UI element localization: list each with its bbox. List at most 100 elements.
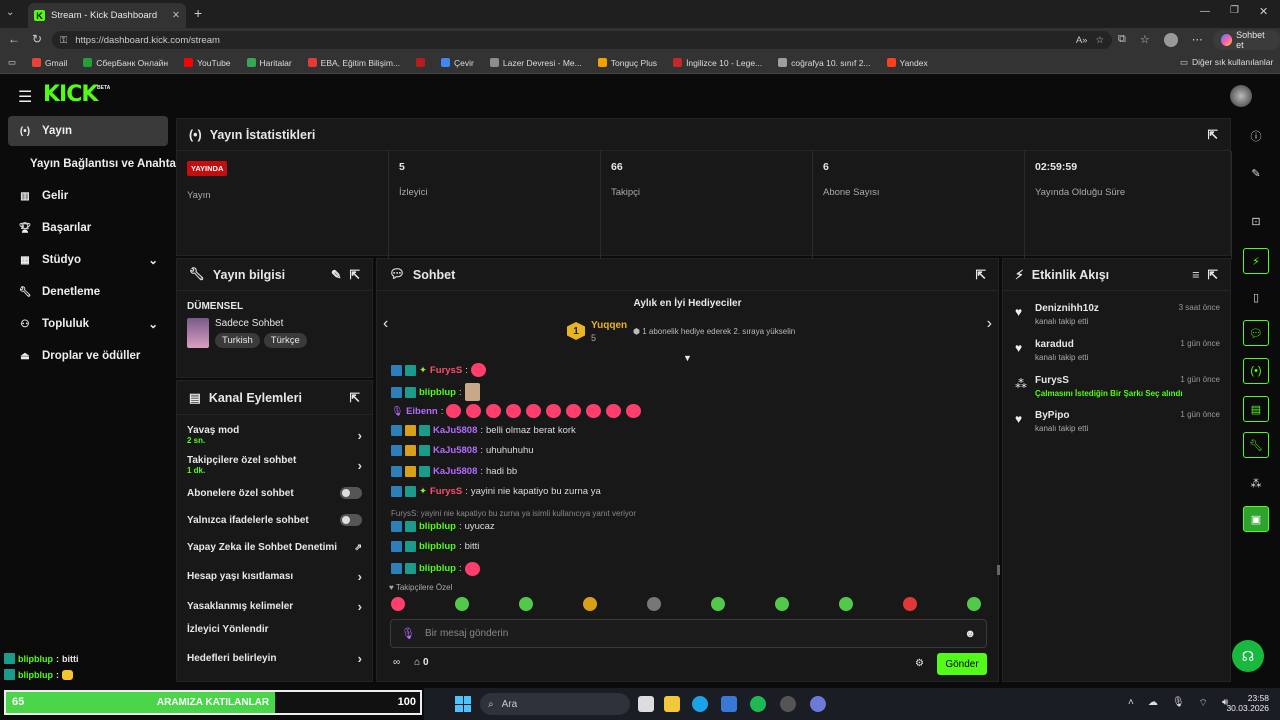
activity-user[interactable]: karadud bbox=[1035, 339, 1074, 350]
emote-option-icon[interactable] bbox=[711, 597, 725, 611]
emote-option-icon[interactable] bbox=[967, 597, 981, 611]
popout-icon[interactable]: ⇱ bbox=[350, 267, 360, 282]
activity-user[interactable]: Deniznihh10z bbox=[1035, 303, 1099, 314]
bookmark-item[interactable]: Çevir bbox=[433, 58, 482, 68]
prev-arrow-icon[interactable]: ‹ bbox=[383, 315, 388, 333]
category-name[interactable]: Sadece Sohbet bbox=[215, 318, 307, 329]
bookmark-item[interactable]: coğrafya 10. sınıf 2... bbox=[770, 58, 878, 68]
store-icon[interactable]: ⌂ 0 bbox=[414, 657, 428, 668]
tag-chip[interactable]: Türkçe bbox=[263, 333, 307, 348]
chat-username[interactable]: blipblup bbox=[419, 387, 456, 398]
chat-message[interactable]: KaJu5808: hadi bb bbox=[391, 465, 517, 477]
chat-message[interactable]: blipblup: uyucaz bbox=[391, 520, 495, 532]
chat-icon[interactable]: 💬︎ bbox=[1243, 320, 1269, 346]
channel-action-item[interactable]: İzleyici Yönlendir bbox=[187, 624, 362, 635]
emote-option-icon[interactable] bbox=[455, 597, 469, 611]
filter-icon[interactable]: ≡ bbox=[1192, 268, 1199, 282]
bookmark-item[interactable]: Tonguç Plus bbox=[590, 58, 665, 68]
user-avatar[interactable] bbox=[1230, 85, 1252, 107]
reload-icon[interactable]: ↻ bbox=[32, 32, 42, 46]
channel-action-item[interactable]: Yasaklanmış kelimeler › bbox=[187, 599, 362, 614]
pencil-icon[interactable]: ✎ bbox=[1243, 160, 1269, 186]
back-icon[interactable]: ← bbox=[8, 32, 20, 46]
screenshot-icon[interactable]: ⊡ bbox=[1243, 208, 1269, 234]
sidebar-item[interactable]: 🏆︎ Başarılar bbox=[8, 213, 168, 243]
send-button[interactable]: Gönder bbox=[937, 653, 987, 675]
channel-action-item[interactable]: Hedefleri belirleyin › bbox=[187, 651, 362, 666]
store-app-icon[interactable] bbox=[721, 696, 737, 712]
emote-option-icon[interactable] bbox=[903, 597, 917, 611]
media-icon[interactable]: ▣ bbox=[1243, 506, 1269, 532]
bolt-icon[interactable]: ⚡︎ bbox=[1243, 248, 1269, 274]
clock[interactable]: 23:58 30.03.2026 bbox=[1224, 693, 1269, 713]
other-bookmarks[interactable]: ▭ Diğer sık kullanılanlar bbox=[1180, 57, 1273, 68]
popout-icon[interactable]: ⇱ bbox=[350, 390, 360, 405]
wifi-icon[interactable]: ⌔ bbox=[1199, 697, 1208, 710]
sidebar-item[interactable]: ▥ Gelir bbox=[8, 181, 168, 211]
chat-message[interactable]: blipblup: bbox=[391, 383, 480, 401]
popout-icon[interactable]: ⇱ bbox=[1208, 127, 1218, 142]
tray-chevron-icon[interactable]: ˄ bbox=[1128, 697, 1134, 710]
sidebar-item[interactable]: Yayın Bağlantısı ve Anahtarı bbox=[8, 149, 184, 179]
tag-chip[interactable]: Turkish bbox=[215, 333, 260, 348]
windows-start-icon[interactable] bbox=[455, 696, 471, 712]
emote-option-icon[interactable] bbox=[839, 597, 853, 611]
channel-action-item[interactable]: Abonelere özel sohbet bbox=[187, 487, 362, 499]
channel-action-item[interactable]: Hesap yaşı kısıtlaması › bbox=[187, 569, 362, 584]
chat-username[interactable]: blipblup bbox=[419, 563, 456, 574]
sidebar-toggle-icon[interactable]: ▭ bbox=[0, 57, 24, 68]
copilot-button[interactable]: Sohbet et bbox=[1213, 30, 1280, 50]
support-headset-icon[interactable]: ☊ bbox=[1232, 640, 1264, 672]
sidebar-item[interactable]: ⚇ Topluluk ⌄ bbox=[8, 309, 168, 339]
chat-message[interactable]: ✦ FurysS: yayini nie kapatiyo bu zurna ya bbox=[391, 486, 601, 497]
toggle-switch[interactable] bbox=[340, 487, 362, 499]
chat-username[interactable]: FurysS bbox=[430, 486, 462, 497]
extensions-icon[interactable]: ⧉ bbox=[1118, 33, 1126, 47]
steam-icon[interactable] bbox=[780, 696, 796, 712]
broadcast-icon[interactable]: (•) bbox=[1243, 358, 1269, 384]
channel-action-item[interactable]: Yapay Zeka ile Sohbet Denetimi ⇗ bbox=[187, 542, 362, 553]
edge-icon[interactable] bbox=[692, 696, 708, 712]
sidebar-item[interactable]: ⏏ Droplar ve ödüller bbox=[8, 341, 168, 371]
chat-message[interactable]: KaJu5808: uhuhuhuhu bbox=[391, 445, 534, 456]
chat-username[interactable]: blipblup bbox=[419, 521, 456, 532]
bookmark-item[interactable]: YouTube bbox=[176, 58, 238, 68]
activity-item[interactable]: ⁂ FurysS Çalmasını İstediğin Bir Şarkı Seç… bbox=[1013, 375, 1220, 409]
category-thumbnail[interactable] bbox=[187, 318, 209, 348]
window-close-icon[interactable]: ✕ bbox=[1259, 5, 1268, 18]
top-gifter-name[interactable]: Yuqqen bbox=[591, 320, 627, 331]
note-icon[interactable]: ▯ bbox=[1243, 284, 1269, 310]
kick-logo[interactable]: KICK bbox=[43, 82, 98, 107]
hamburger-menu-icon[interactable]: ☰ bbox=[18, 87, 32, 107]
chat-message[interactable]: KaJu5808: belli olmaz berat kork bbox=[391, 424, 576, 436]
bookmark-item[interactable]: İngilizce 10 - Lege... bbox=[665, 58, 770, 68]
chat-message[interactable]: blipblup: bitti bbox=[391, 541, 479, 552]
bookmark-item[interactable] bbox=[408, 58, 433, 67]
more-icon[interactable]: ⋯ bbox=[1192, 33, 1203, 47]
chat-scrollbar[interactable] bbox=[997, 565, 1000, 575]
channel-action-item[interactable]: Takipçilere özel sohbet 1 dk. › bbox=[187, 455, 362, 475]
minimize-icon[interactable]: — bbox=[1200, 6, 1210, 17]
tab-list-icon[interactable]: ⌄ bbox=[6, 7, 20, 21]
bookmark-item[interactable]: Yandex bbox=[879, 58, 936, 68]
toggle-switch[interactable] bbox=[340, 514, 362, 526]
browser-tab[interactable]: K Stream - Kick Dashboard ✕ bbox=[28, 3, 186, 28]
tab-close-icon[interactable]: ✕ bbox=[172, 10, 180, 21]
profile-avatar[interactable] bbox=[1163, 33, 1178, 47]
read-aloud-icon[interactable]: A» bbox=[1076, 35, 1088, 46]
chat-message[interactable]: ✦ FurysS: bbox=[391, 363, 486, 377]
chat-username[interactable]: Eibenn bbox=[406, 406, 438, 417]
bookmark-item[interactable]: Gmail bbox=[24, 58, 75, 68]
bookmark-item[interactable]: Haritalar bbox=[239, 58, 300, 68]
maximize-icon[interactable]: ❐ bbox=[1230, 5, 1239, 16]
chat-input[interactable]: 🎙︎ Bir mesaj gönderin ☻ bbox=[390, 619, 987, 648]
points-icon[interactable]: ⁂ bbox=[1243, 470, 1269, 496]
activity-item[interactable]: ♥ Deniznihh10z kanalı takip etti 3 saat önc… bbox=[1013, 303, 1220, 337]
popout-icon[interactable]: ⇱ bbox=[976, 267, 986, 282]
chat-message[interactable]: blipblup: bbox=[391, 561, 480, 576]
bookmark-item[interactable]: Lazer Devresi - Me... bbox=[482, 58, 590, 68]
channel-action-item[interactable]: Yalnızca ifadelerle sohbet bbox=[187, 514, 362, 526]
emote-option-icon[interactable] bbox=[519, 597, 533, 611]
activity-user[interactable]: FurysS bbox=[1035, 375, 1069, 386]
edit-icon[interactable]: ✎ bbox=[331, 267, 341, 282]
